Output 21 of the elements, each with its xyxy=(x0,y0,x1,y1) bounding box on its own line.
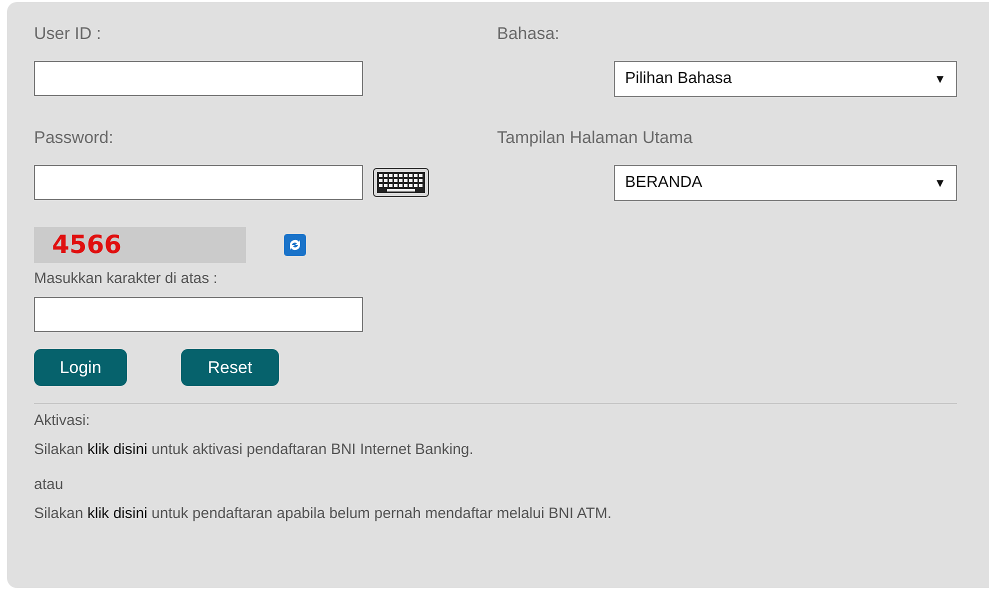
input-field[interactable] xyxy=(34,297,363,332)
reset-button[interactable]: Reset xyxy=(181,349,279,386)
captcha-code: 4566 xyxy=(34,227,246,263)
dropdown-field[interactable]: Pilihan Bahasa ▼ xyxy=(614,61,957,97)
activation-text: Silakan klik disini untuk aktivasi pendaftaran BNI Internet Banking. xyxy=(34,440,474,460)
dropdown-field[interactable]: BERANDA ▼ xyxy=(614,165,957,201)
input-field[interactable] xyxy=(34,165,363,200)
link[interactable]: klik disini xyxy=(87,441,148,458)
activation-text: Silakan klik disini untuk pendaftaran apabila belum pernah mendaftar melalui BNI ATM. xyxy=(34,504,613,524)
keyboard-icon[interactable] xyxy=(373,168,429,197)
section-heading: Aktivasi: xyxy=(34,411,91,431)
field-label: Bahasa: xyxy=(497,24,560,44)
field-label: User ID : xyxy=(34,24,102,44)
refresh-icon[interactable] xyxy=(284,234,306,256)
login-button[interactable]: Login xyxy=(34,349,127,386)
field-label: Masukkan karakter di atas : xyxy=(34,269,218,289)
field-label: Password: xyxy=(34,128,114,148)
link[interactable]: klik disini xyxy=(87,505,148,522)
separator-text: atau xyxy=(34,475,64,495)
input-field[interactable] xyxy=(34,61,363,96)
field-label: Tampilan Halaman Utama xyxy=(497,128,694,148)
